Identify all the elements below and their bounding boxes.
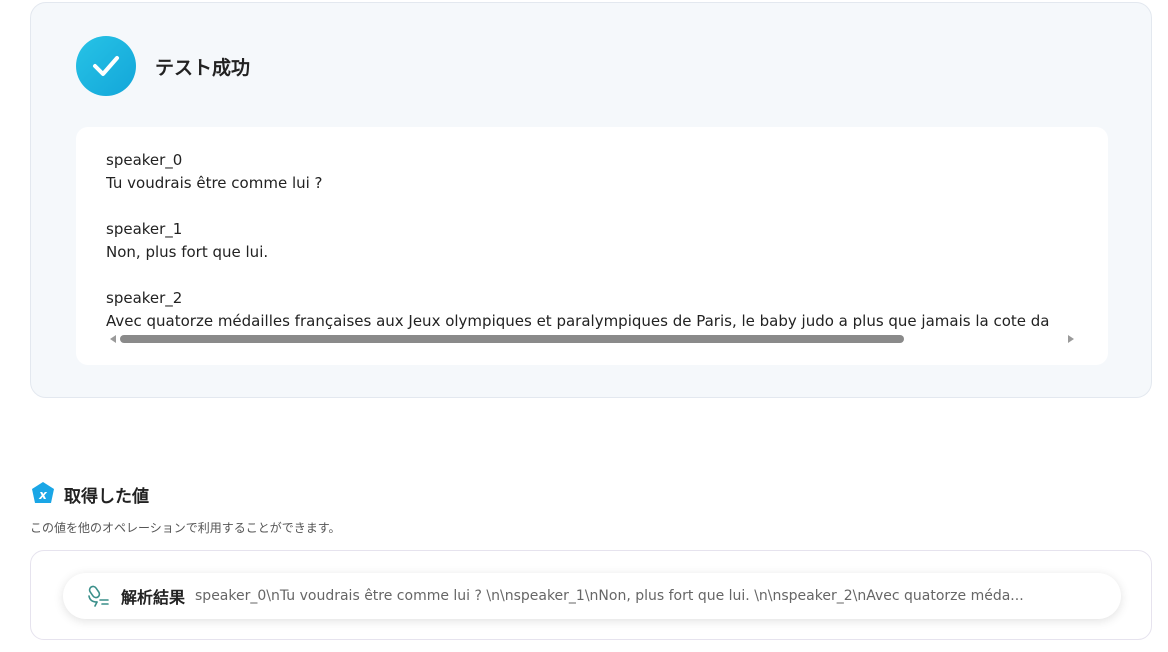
test-success-panel: テスト成功 speaker_0 Tu voudrais être comme l… bbox=[30, 2, 1152, 398]
variable-icon: x bbox=[32, 482, 54, 503]
value-item-label: 解析結果 bbox=[121, 588, 186, 607]
microphone-icon bbox=[88, 585, 109, 607]
result-text-area[interactable]: speaker_0 Tu voudrais être comme lui ? s… bbox=[106, 149, 1078, 329]
scroll-left-arrow-icon[interactable] bbox=[110, 335, 116, 343]
acquired-values-header: x 取得した値 bbox=[30, 481, 149, 507]
scrollbar-thumb[interactable] bbox=[120, 335, 904, 343]
test-result-box: speaker_0 Tu voudrais être comme lui ? s… bbox=[76, 127, 1108, 365]
result-line: speaker_2 bbox=[106, 289, 183, 307]
result-line: Avec quatorze médailles françaises aux J… bbox=[106, 312, 1050, 329]
svg-text:x: x bbox=[38, 488, 48, 502]
result-line: Non, plus fort que lui. bbox=[106, 243, 269, 261]
value-item-analysis-result[interactable]: 解析結果 speaker_0\nTu voudrais être comme l… bbox=[63, 573, 1121, 619]
horizontal-scrollbar[interactable] bbox=[110, 333, 1074, 345]
result-line: speaker_0 bbox=[106, 151, 183, 169]
check-icon bbox=[76, 36, 136, 96]
acquired-values-panel: 解析結果 speaker_0\nTu voudrais être comme l… bbox=[30, 550, 1152, 640]
result-line: Tu voudrais être comme lui ? bbox=[106, 174, 323, 192]
acquired-values-description: この値を他のオペレーションで利用することができます。 bbox=[30, 521, 341, 535]
acquired-values-title: 取得した値 bbox=[64, 486, 149, 507]
scroll-right-arrow-icon[interactable] bbox=[1068, 335, 1074, 343]
success-title: テスト成功 bbox=[155, 57, 251, 79]
value-item-preview: speaker_0\nTu voudrais être comme lui ? … bbox=[195, 588, 1024, 604]
result-line bbox=[106, 264, 1078, 287]
result-line bbox=[106, 195, 1078, 218]
result-line: speaker_1 bbox=[106, 220, 183, 238]
